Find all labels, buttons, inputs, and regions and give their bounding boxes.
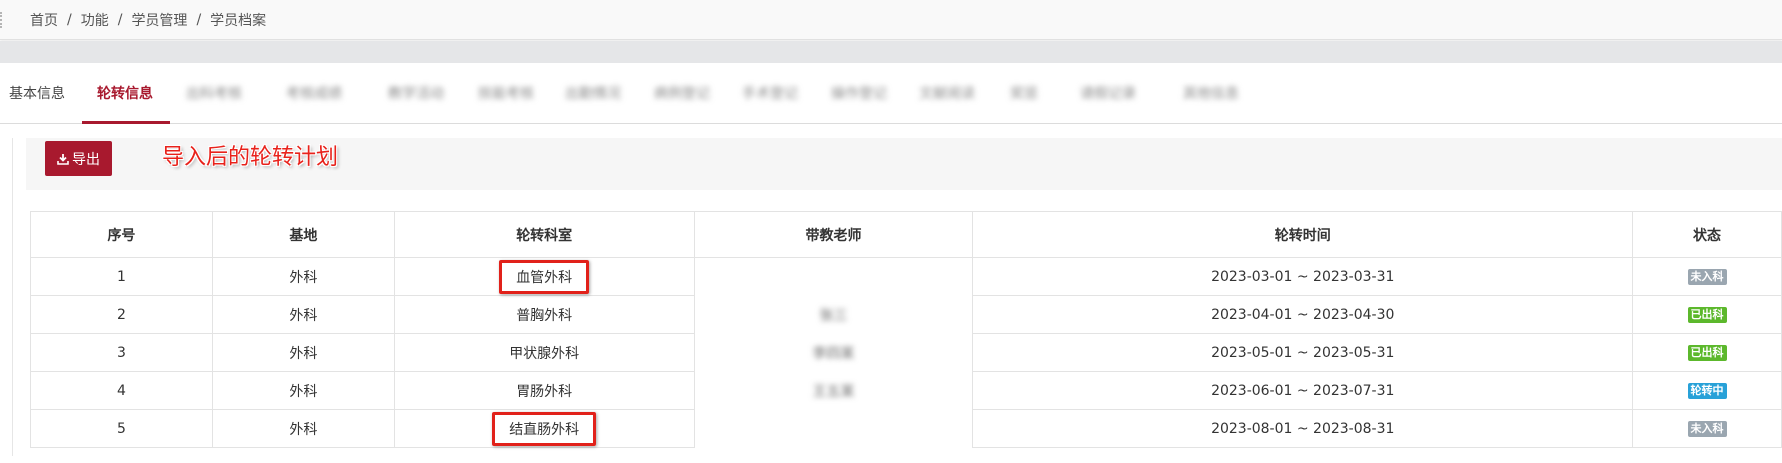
status-badge: 未入科: [1687, 269, 1727, 285]
header-base: 基地: [211, 211, 395, 258]
header-divider-band: [0, 41, 1782, 63]
cell-rotation-time: 2023-05-01 ~ 2023-05-31: [972, 333, 1634, 372]
export-button-label: 导出: [72, 151, 100, 168]
annotation-caption: 导入后的轮转计划: [162, 145, 339, 170]
cell-base: 外科: [211, 333, 395, 372]
status-badge: 已出科: [1687, 345, 1727, 361]
tab-blurred[interactable]: 教学活动: [388, 83, 444, 103]
cell-status: 已出科: [1632, 333, 1782, 372]
breadcrumb-separator: /: [67, 12, 72, 28]
teacher-name-blurred: 张三: [819, 307, 848, 324]
cell-base: 外科: [211, 257, 395, 296]
breadcrumb-home[interactable]: 首页: [30, 10, 58, 30]
tab-basic-info[interactable]: 基本信息: [9, 83, 65, 103]
cell-department: 普胸外科: [393, 295, 695, 334]
export-button[interactable]: 导出: [45, 141, 112, 176]
status-badge: 轮转中: [1687, 383, 1727, 399]
cell-base: 外科: [211, 295, 395, 334]
tab-blurred[interactable]: 操作登记: [831, 83, 887, 103]
tab-blurred[interactable]: 出勤情况: [565, 83, 621, 103]
cell-index: 1: [30, 257, 213, 296]
breadcrumb: 首页 / 功能 / 学员管理 / 学员档案: [30, 10, 266, 30]
tab-blurred[interactable]: 请假记录: [1080, 83, 1136, 103]
table-row: 1 外科 血管外科 2023-03-01 ~ 2023-03-31 未入科: [30, 257, 1782, 296]
breadcrumb-student-archive: 学员档案: [210, 13, 267, 29]
tab-blurred[interactable]: 病例登记: [654, 83, 710, 103]
content-frame-border: [12, 138, 13, 456]
teacher-name-blurred: 王五某: [812, 383, 855, 400]
teacher-name-blurred: 李四某: [812, 345, 855, 362]
cell-department: 血管外科: [393, 257, 695, 296]
cell-status: 已出科: [1632, 295, 1782, 334]
download-icon: [57, 153, 69, 165]
cell-teacher: [693, 409, 974, 448]
table-row: 5 外科 结直肠外科 2023-08-01 ~ 2023-08-31 未入科: [30, 409, 1782, 448]
cell-teacher: 王五某: [693, 371, 974, 410]
header-teacher: 带教老师: [693, 211, 974, 258]
department-name: 普胸外科: [516, 307, 573, 324]
cell-department: 结直肠外科: [393, 409, 695, 448]
cell-base: 外科: [211, 371, 395, 410]
cell-base: 外科: [211, 409, 395, 448]
breadcrumb-function[interactable]: 功能: [81, 10, 109, 30]
cell-rotation-time: 2023-06-01 ~ 2023-07-31: [972, 371, 1634, 410]
table-row: 3 外科 甲状腺外科 李四某 2023-05-01 ~ 2023-05-31 已出科: [30, 333, 1782, 372]
cell-index: 2: [30, 295, 213, 334]
tab-blurred[interactable]: 其他信息: [1183, 83, 1239, 103]
grip-handle-icon[interactable]: [0, 12, 3, 28]
header-department: 轮转科室: [393, 211, 695, 258]
tab-blurred[interactable]: 考核成绩: [286, 83, 342, 103]
header-status: 状态: [1632, 211, 1782, 258]
header-index: 序号: [30, 211, 213, 258]
department-name: 血管外科: [499, 259, 590, 294]
cell-teacher: 李四某: [693, 333, 974, 372]
cell-status: 未入科: [1632, 409, 1782, 448]
tab-rotation-info[interactable]: 轮转信息: [97, 83, 153, 103]
cell-department: 胃肠外科: [393, 371, 695, 410]
status-badge: 未入科: [1687, 421, 1727, 437]
tab-blurred[interactable]: 文献阅读: [919, 83, 975, 103]
department-name: 胃肠外科: [516, 383, 573, 400]
table-row: 2 外科 普胸外科 张三 2023-04-01 ~ 2023-04-30 已出科: [30, 295, 1782, 334]
table-row: 4 外科 胃肠外科 王五某 2023-06-01 ~ 2023-07-31 轮转中: [30, 371, 1782, 410]
tab-blurred[interactable]: 出科考核: [186, 83, 242, 103]
tab-bar: 基本信息 轮转信息 出科考核 考核成绩 教学活动 技能考核 出勤情况 病例登记 …: [0, 63, 1782, 124]
tab-blurred[interactable]: 技能考核: [478, 83, 534, 103]
cell-status: 未入科: [1632, 257, 1782, 296]
table-header-row: 序号 基地 轮转科室 带教老师 轮转时间 状态: [30, 211, 1782, 258]
breadcrumb-separator: /: [117, 12, 123, 28]
top-bar: 首页 / 功能 / 学员管理 / 学员档案: [0, 0, 1782, 40]
cell-index: 3: [30, 333, 213, 372]
cell-rotation-time: 2023-04-01 ~ 2023-04-30: [972, 295, 1634, 334]
rotation-table: 序号 基地 轮转科室 带教老师 轮转时间 状态 1 外科 血管外科 2023-03-0…: [30, 211, 1782, 448]
table-body: 1 外科 血管外科 2023-03-01 ~ 2023-03-31 未入科 2 外科 普胸外科…: [30, 257, 1782, 448]
cell-department: 甲状腺外科: [393, 333, 695, 372]
cell-teacher: [693, 257, 974, 296]
cell-status: 轮转中: [1632, 371, 1782, 410]
cell-index: 4: [30, 371, 213, 410]
cell-teacher: 张三: [693, 295, 974, 334]
tab-blurred[interactable]: 奖惩: [1010, 83, 1038, 103]
header-rotation-time: 轮转时间: [972, 211, 1634, 258]
cell-rotation-time: 2023-03-01 ~ 2023-03-31: [972, 257, 1634, 296]
tab-blurred[interactable]: 手术登记: [742, 83, 798, 103]
breadcrumb-separator: /: [196, 12, 202, 28]
cell-index: 5: [30, 409, 213, 448]
active-tab-indicator: [82, 121, 170, 124]
status-badge: 已出科: [1687, 307, 1727, 323]
department-name: 结直肠外科: [492, 411, 597, 446]
department-name: 甲状腺外科: [509, 345, 580, 362]
cell-rotation-time: 2023-08-01 ~ 2023-08-31: [972, 409, 1634, 448]
breadcrumb-student-management[interactable]: 学员管理: [131, 10, 187, 30]
